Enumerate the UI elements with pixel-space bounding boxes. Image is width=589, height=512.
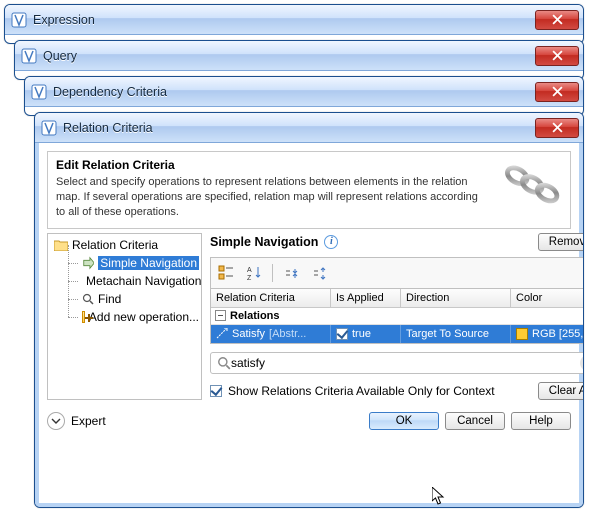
col-is-applied[interactable]: Is Applied [331,289,401,308]
close-button[interactable] [535,82,579,102]
dialog-relation: Relation Criteria Edit Relation Criteria… [34,112,584,508]
search-box[interactable]: ✕ [210,352,584,374]
grid-row-satisfy[interactable]: Satisfy [Abstr... true Target To Source [211,325,584,343]
expert-toggle[interactable] [47,412,65,430]
expander-icon[interactable] [215,310,226,321]
app-icon [21,48,37,64]
chevron-down-icon [51,416,61,426]
search-input[interactable] [231,356,580,370]
app-icon [41,120,57,136]
close-button[interactable] [535,10,579,30]
header-pane: Edit Relation Criteria Select and specif… [47,151,571,229]
dialog-dependency: Dependency Criteria [24,76,584,116]
magnifier-icon [217,356,231,370]
collapse-button[interactable] [280,262,302,284]
app-icon [31,84,47,100]
svg-text:Z: Z [247,275,252,281]
dialog-expression: Expression [4,4,584,44]
close-button[interactable] [535,46,579,66]
info-icon[interactable]: i [324,235,338,249]
close-button[interactable] [535,118,579,138]
magnifier-icon [82,293,94,305]
tree-find[interactable]: Find [68,290,199,308]
tree-simple-nav[interactable]: Simple Navigation [68,254,199,272]
pane-title: Simple Navigation [210,235,318,249]
categorize-button[interactable] [215,262,237,284]
grid-toolbar: AZ [210,257,584,288]
tree-metachain-nav[interactable]: Metachain Navigation [68,272,199,290]
svg-text:A: A [247,267,252,274]
folder-icon [54,239,68,251]
criteria-grid: Relation Criteria Is Applied Direction C… [210,288,584,344]
header-desc: Select and specify operations to represe… [56,175,486,220]
col-color[interactable]: Color [511,289,584,308]
sort-button[interactable]: AZ [243,262,265,284]
col-relation-criteria[interactable]: Relation Criteria [211,289,331,308]
title-expression: Expression [33,13,535,27]
title-relation: Relation Criteria [63,121,535,135]
dialog-query: Query [14,40,584,80]
tree-pane: Relation Criteria Simple Navigation Meta… [47,233,202,400]
abstraction-icon [216,328,228,340]
applied-checkbox[interactable] [336,328,348,340]
expand-button[interactable] [308,262,330,284]
chain-icon [494,158,562,206]
group-relations[interactable]: Relations [211,308,584,325]
cancel-button[interactable]: Cancel [445,412,505,430]
tree-root[interactable]: Relation Criteria [50,236,199,254]
title-query: Query [43,49,535,63]
header-title: Edit Relation Criteria [56,158,486,172]
clear-search-button[interactable]: ✕ [580,355,584,371]
ok-button[interactable]: OK [369,412,439,430]
tree-add-operation[interactable]: Add new operation... [68,308,199,326]
context-only-checkbox[interactable] [210,385,222,397]
app-icon [11,12,27,28]
plus-icon [82,311,85,323]
arrow-right-icon [82,256,94,270]
color-swatch [516,328,528,340]
col-direction[interactable]: Direction [401,289,511,308]
help-button[interactable]: Help [511,412,571,430]
context-only-label: Show Relations Criteria Available Only f… [228,384,495,398]
title-dependency: Dependency Criteria [53,85,535,99]
expert-label: Expert [71,414,106,428]
remove-button[interactable]: Remove [538,233,584,251]
clear-all-button[interactable]: Clear All [538,382,584,400]
grid-header: Relation Criteria Is Applied Direction C… [211,289,584,308]
